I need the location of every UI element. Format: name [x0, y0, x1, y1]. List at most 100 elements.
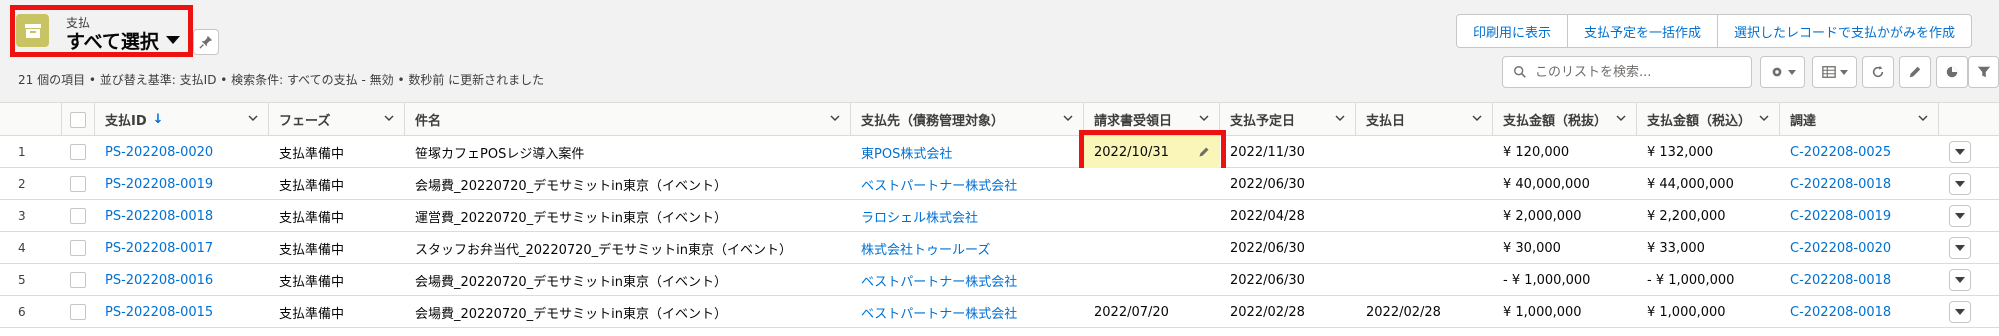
row-checkbox[interactable]	[70, 176, 86, 192]
print-view-button[interactable]: 印刷用に表示	[1456, 14, 1569, 48]
row-checkbox[interactable]	[70, 144, 86, 160]
refresh-button[interactable]	[1862, 56, 1894, 88]
amount-ex-tax-cell: - ¥ 1,000,000	[1503, 272, 1591, 288]
column-header-amount-ex-tax[interactable]: 支払金額（税抜）	[1493, 103, 1637, 136]
vendor-link[interactable]: ラロシェル株式会社	[851, 200, 1084, 232]
list-search[interactable]	[1502, 56, 1752, 88]
phase-cell: 支払準備中	[279, 274, 345, 290]
filter-button[interactable]	[1968, 56, 1999, 88]
phase-cell: 支払準備中	[279, 178, 345, 194]
column-header-amount-in-tax[interactable]: 支払金額（税込）	[1637, 103, 1780, 136]
procurement-link[interactable]: C-202208-0019	[1780, 200, 1939, 232]
amount-in-tax-cell: ¥ 1,000,000	[1647, 304, 1726, 320]
row-action-menu-button[interactable]	[1949, 237, 1971, 259]
column-header-vendor[interactable]: 支払先（債務管理対象）	[851, 103, 1084, 136]
display-as-button[interactable]	[1812, 56, 1857, 88]
chevron-down-icon[interactable]	[1335, 115, 1345, 121]
list-settings-button[interactable]	[1760, 56, 1805, 88]
vendor-link[interactable]: ベストパートナー株式会社	[851, 168, 1084, 200]
chevron-down-icon	[1955, 245, 1965, 251]
chevron-down-icon[interactable]	[1616, 115, 1626, 121]
payment-id-link[interactable]: PS-202208-0015	[95, 296, 269, 328]
row-action-menu-button[interactable]	[1949, 301, 1971, 323]
chevron-down-icon[interactable]	[384, 115, 394, 121]
payment-id-link[interactable]: PS-202208-0016	[95, 264, 269, 296]
row-select	[62, 264, 95, 296]
scheduled-date-cell: 2022/06/30	[1230, 176, 1305, 192]
procurement-link[interactable]: C-202208-0018	[1780, 264, 1939, 296]
charts-button[interactable]	[1936, 56, 1968, 88]
vendor-link[interactable]: ベストパートナー株式会社	[851, 296, 1084, 328]
invoice-date-cell: 2022/07/20	[1094, 304, 1169, 320]
select-all-header	[62, 103, 95, 136]
chevron-down-icon[interactable]	[248, 115, 258, 121]
column-header-procurement[interactable]: 調達	[1780, 103, 1939, 136]
row-actions-header	[1939, 103, 1999, 136]
row-number: 2	[18, 177, 26, 191]
vendor-link[interactable]: ベストパートナー株式会社	[851, 264, 1084, 296]
list-status-line: 21 個の項目 • 並び替え基準: 支払ID • 検索条件: すべての支払 - …	[18, 73, 545, 87]
chevron-down-icon	[1787, 69, 1796, 75]
scheduled-date-cell: 2022/06/30	[1230, 240, 1305, 256]
subject-cell: スタッフお弁当代_20220720_デモサミットin東京（イベント）	[415, 242, 793, 258]
chevron-down-icon	[1955, 149, 1965, 155]
pin-list-view-button[interactable]	[193, 29, 219, 55]
table-row: 1 PS-202208-0020 支払準備中 笹塚カフェPOSレジ導入案件 東P…	[0, 136, 1999, 168]
amount-in-tax-cell: ¥ 44,000,000	[1647, 176, 1734, 192]
chevron-down-icon[interactable]	[1472, 115, 1482, 121]
invoice-date-cell	[1084, 168, 1220, 200]
subject-cell: 会場費_20220720_デモサミットin東京（イベント）	[415, 274, 728, 290]
procurement-link[interactable]: C-202208-0018	[1780, 296, 1939, 328]
select-all-checkbox[interactable]	[70, 111, 86, 128]
chevron-down-icon	[1955, 309, 1965, 315]
row-checkbox[interactable]	[70, 208, 86, 224]
column-header-scheduled-date[interactable]: 支払予定日	[1220, 103, 1356, 136]
chevron-down-icon[interactable]	[1759, 115, 1769, 121]
row-action-menu-button[interactable]	[1949, 269, 1971, 291]
subject-cell: 運営費_20220720_デモサミットin東京（イベント）	[415, 210, 728, 226]
procurement-link[interactable]: C-202208-0025	[1780, 136, 1939, 168]
chevron-down-icon[interactable]	[830, 115, 840, 121]
amount-ex-tax-cell: ¥ 120,000	[1503, 144, 1570, 160]
column-header-payment-id[interactable]: 支払ID ↓	[95, 103, 269, 136]
procurement-link[interactable]: C-202208-0018	[1780, 168, 1939, 200]
column-header-phase[interactable]: フェーズ	[269, 103, 405, 136]
column-header-subject[interactable]: 件名	[405, 103, 851, 136]
amount-in-tax-cell: ¥ 2,200,000	[1647, 208, 1726, 224]
table-row: 6 PS-202208-0015 支払準備中 会場費_20220720_デモサミ…	[0, 296, 1999, 328]
amount-ex-tax-cell: ¥ 30,000	[1503, 240, 1561, 256]
row-action-menu-button[interactable]	[1949, 205, 1971, 227]
subject-cell: 笹塚カフェPOSレジ導入案件	[415, 146, 585, 162]
row-checkbox[interactable]	[70, 272, 86, 288]
payment-id-link[interactable]: PS-202208-0020	[95, 136, 269, 168]
column-header-paid-date[interactable]: 支払日	[1356, 103, 1493, 136]
row-number: 3	[18, 209, 26, 223]
row-select	[62, 296, 95, 328]
payment-id-link[interactable]: PS-202208-0018	[95, 200, 269, 232]
phase-cell: 支払準備中	[279, 146, 345, 162]
search-input[interactable]	[1533, 63, 1733, 81]
payment-id-link[interactable]: PS-202208-0017	[95, 232, 269, 264]
chevron-down-icon[interactable]	[1918, 115, 1928, 121]
bulk-create-schedule-button[interactable]: 支払予定を一括作成	[1567, 14, 1719, 48]
scheduled-date-cell: 2022/06/30	[1230, 272, 1305, 288]
chevron-down-icon[interactable]	[1063, 115, 1073, 121]
payment-id-link[interactable]: PS-202208-0019	[95, 168, 269, 200]
row-number: 1	[18, 145, 26, 159]
row-checkbox[interactable]	[70, 240, 86, 256]
vendor-link[interactable]: 東POS株式会社	[851, 136, 1084, 168]
invoice-date-cell	[1084, 232, 1220, 264]
vendor-link[interactable]: 株式会社トゥールーズ	[851, 232, 1084, 264]
row-select	[62, 200, 95, 232]
phase-cell: 支払準備中	[279, 210, 345, 226]
row-checkbox[interactable]	[70, 304, 86, 320]
procurement-link[interactable]: C-202208-0020	[1780, 232, 1939, 264]
chevron-down-icon[interactable]	[1199, 115, 1209, 121]
amount-in-tax-cell: ¥ 132,000	[1647, 144, 1714, 160]
row-action-menu-button[interactable]	[1949, 173, 1971, 195]
amount-ex-tax-cell: ¥ 40,000,000	[1503, 176, 1590, 192]
chevron-down-icon	[1955, 277, 1965, 283]
row-action-menu-button[interactable]	[1949, 141, 1971, 163]
create-payment-cover-button[interactable]: 選択したレコードで支払かがみを作成	[1717, 14, 1973, 48]
inline-edit-button[interactable]	[1899, 56, 1931, 88]
